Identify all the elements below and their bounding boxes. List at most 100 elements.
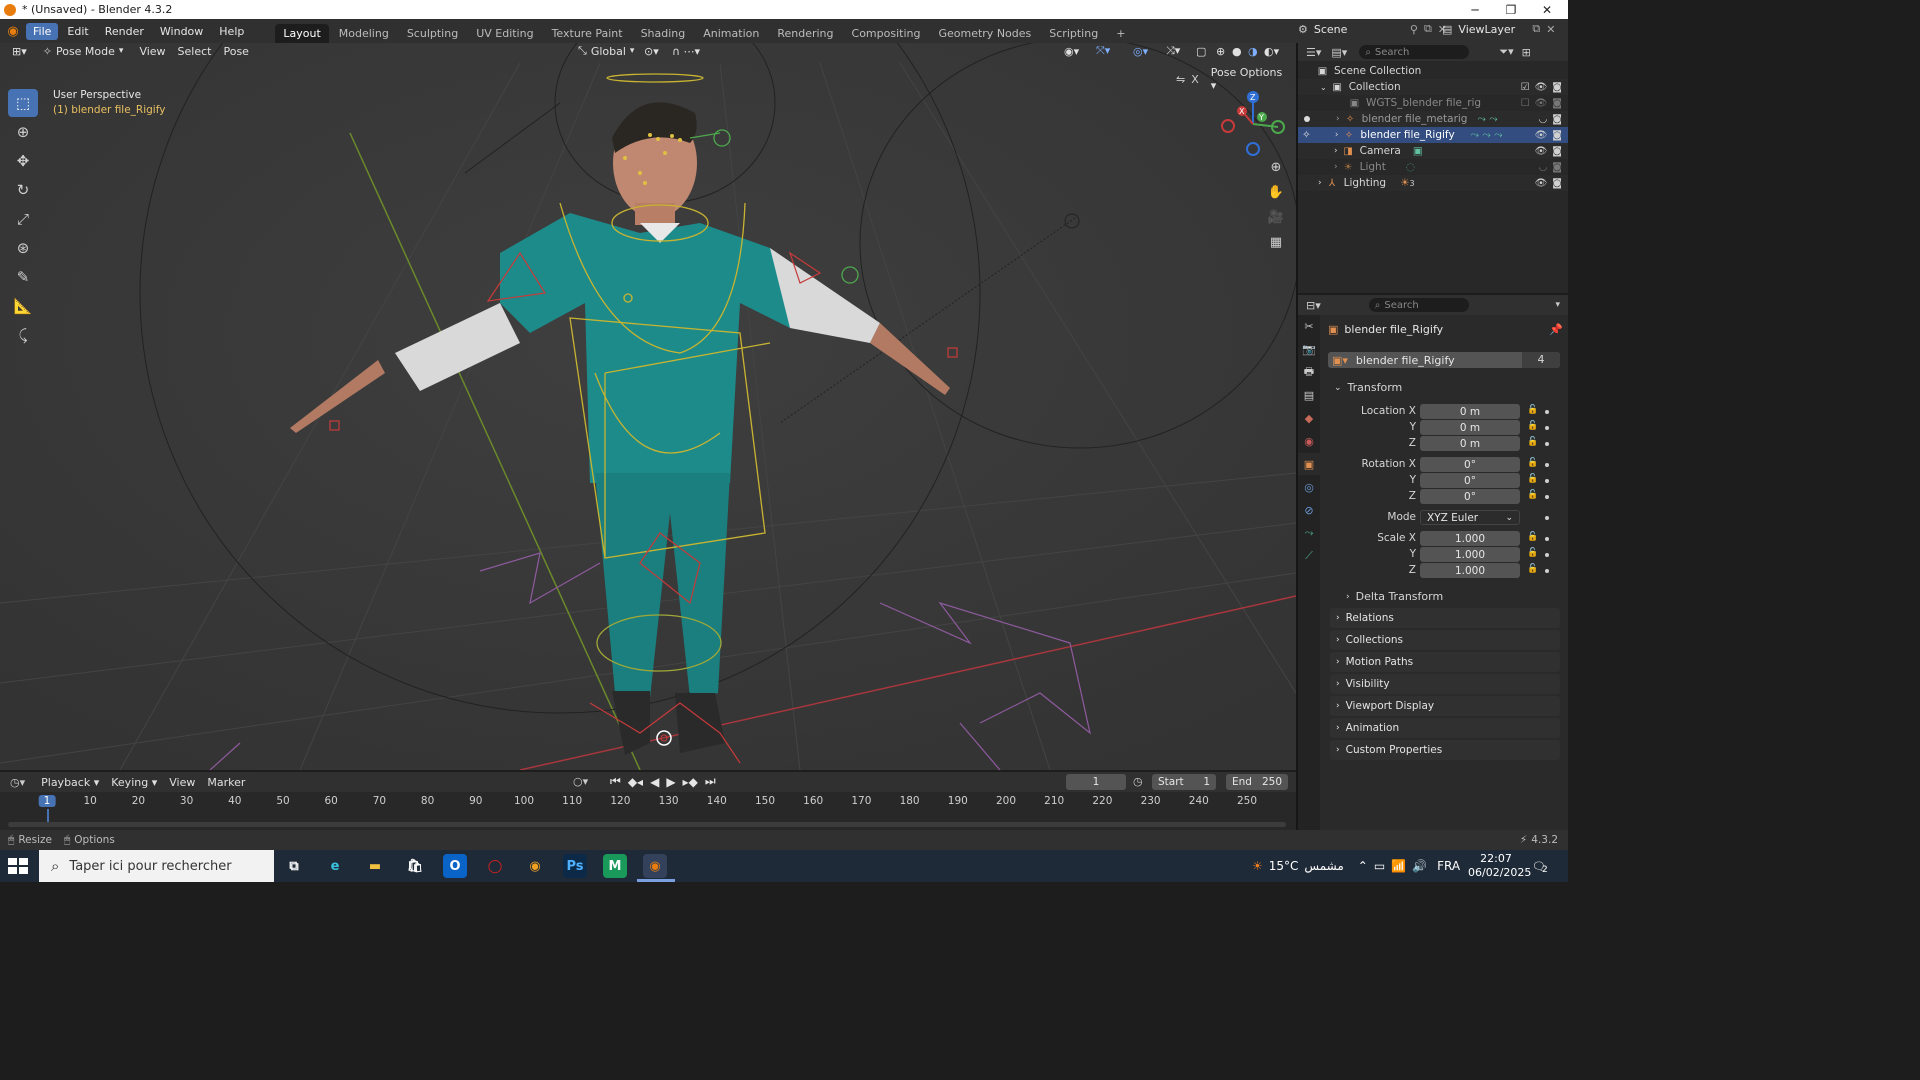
keyframe-dot[interactable] [1545,553,1549,557]
blender-menu-icon[interactable]: ◉ [0,24,26,39]
eye-hidden-icon[interactable]: ◡ [1539,114,1548,125]
lock-icon[interactable]: 🔓 [1527,421,1538,431]
blender-taskbar-icon[interactable]: ◉ [643,854,667,878]
panel-viewport-display[interactable]: › Viewport Display [1330,696,1560,716]
panel-custom-properties[interactable]: › Custom Properties [1330,740,1560,760]
output-tab-icon[interactable]: 🖶 [1298,361,1320,383]
jump-end-icon[interactable]: ⏭ [705,774,716,789]
checkbox-icon[interactable]: ☑ [1521,82,1530,93]
perspective-grid-icon[interactable]: ▦ [1265,231,1287,253]
transform-icon[interactable]: ⊛ [8,234,38,262]
camera-icon[interactable]: ◙ [1552,114,1562,125]
weather-text[interactable]: مشمس [1304,859,1343,873]
taskbar-clock[interactable]: 22:07 06/02/2025 [1468,852,1531,880]
bone-size-icon[interactable]: ⤹ [8,321,38,349]
delta-transform-subpanel[interactable]: › Delta Transform [1346,590,1443,603]
menu-help[interactable]: Help [212,23,251,40]
jump-start-icon[interactable]: ⏮ [610,774,621,789]
cursor-icon[interactable]: ⊕ [8,118,38,146]
mode-dropdown[interactable]: ✧ Pose Mode ▾ [37,44,130,59]
datablock-selector[interactable]: ▣▾ blender file_Rigify 4 [1328,352,1560,368]
new-scene-icon[interactable]: ⧉ [1424,22,1432,36]
weather-icon[interactable]: ☀ [1252,859,1263,873]
eye-icon[interactable]: 👁 [1535,146,1548,157]
pin-icon[interactable]: ⚲ [1410,23,1418,36]
rendered-shading-icon[interactable]: ◐▾ [1258,44,1285,59]
tab-compositing[interactable]: Compositing [844,24,929,43]
visibility-icon[interactable]: ◉▾ [1058,44,1085,59]
expand-chevron-icon[interactable]: › [1334,162,1338,172]
tab-scripting[interactable]: Scripting [1041,24,1106,43]
location-z-field[interactable]: 0 m [1420,436,1520,451]
frame-ruler[interactable]: 1 10 20 30 40 50 60 70 80 90 100 110 120 130 140 150 160… [0,793,1296,811]
new-collection-icon[interactable]: ⊞ [1522,46,1531,59]
tray-chevron-icon[interactable]: ⌃ [1358,859,1368,873]
scale-icon[interactable]: ⤢ [8,205,38,233]
task-view-icon[interactable]: ⧉ [282,854,306,878]
measure-icon[interactable]: 📐 [8,292,38,320]
camera-icon[interactable]: ◙ [1552,130,1562,141]
panel-animation[interactable]: › Animation [1330,718,1560,738]
keyframe-dot[interactable] [1545,569,1549,573]
outliner-editor-type-icon[interactable]: ☰▾ [1306,46,1321,59]
store-icon[interactable]: 🛍 [403,854,427,878]
current-frame-field[interactable]: 1 [1066,774,1126,790]
pivot-point-icon[interactable]: ⊙▾ [638,44,665,59]
transform-panel-header[interactable]: ⌄ Transform [1334,381,1402,394]
expand-chevron-icon[interactable]: › [1336,114,1340,124]
scale-y-field[interactable]: 1.000 [1420,547,1520,562]
area-divider[interactable] [1296,43,1298,830]
tab-rendering[interactable]: Rendering [769,24,841,43]
menu-file[interactable]: File [26,22,59,40]
scale-z-field[interactable]: 1.000 [1420,563,1520,578]
preview-range-icon[interactable]: ◷ [1133,775,1143,788]
viewport-menu-view[interactable]: View [133,44,171,59]
close-icon[interactable]: ✕ [1529,0,1565,19]
notification-center[interactable]: 🗨 2 [1532,857,1548,876]
delete-view-layer-icon[interactable]: ✕ [1546,23,1555,36]
menu-render[interactable]: Render [98,23,151,40]
timeline-menu-view[interactable]: View [163,775,201,790]
expand-chevron-icon[interactable]: › [1334,146,1338,156]
prev-keyframe-icon[interactable]: ◆◂ [628,775,643,789]
tab-layout[interactable]: Layout [275,24,329,43]
minimize-icon[interactable]: ─ [1457,0,1493,19]
lock-icon[interactable]: 🔓 [1527,490,1538,500]
camera-icon[interactable]: ◙ [1552,82,1562,93]
tab-texture-paint[interactable]: Texture Paint [544,24,631,43]
scale-x-field[interactable]: 1.000 [1420,531,1520,546]
menu-window[interactable]: Window [153,23,210,40]
select-box-icon[interactable]: ⬚ [8,89,38,117]
outliner-row-metarig[interactable]: › ✧ blender file_metarig ⤳ ⤳ ◡ ◙ [1298,111,1568,127]
end-frame-field[interactable]: End 250 [1226,774,1288,790]
next-keyframe-icon[interactable]: ▸◆ [683,775,698,789]
new-view-layer-icon[interactable]: ⧉ [1532,22,1540,36]
rotation-y-field[interactable]: 0° [1420,473,1520,488]
lock-icon[interactable]: 🔓 [1527,437,1538,447]
outliner-row-camera[interactable]: › ◨ Camera ▣ 👁 ◙ [1298,143,1568,159]
rotation-z-field[interactable]: 0° [1420,489,1520,504]
outliner-row-rigify[interactable]: ✧ › ✧ blender file_Rigify ⤳ ⤳ ⤳ 👁 ◙ [1298,127,1568,143]
tool-tab-icon[interactable]: ✂ [1298,315,1320,337]
navigation-gizmo[interactable]: Z Y X [1218,89,1288,159]
keyframe-dot[interactable] [1545,463,1549,467]
panel-visibility[interactable]: › Visibility [1330,674,1560,694]
gizmo-toggle-icon[interactable]: ⤧▾ [1090,43,1116,59]
keyframe-dot[interactable] [1545,495,1549,499]
timeline-editor-type-icon[interactable]: ◷▾ [10,776,25,789]
lock-icon[interactable]: 🔓 [1527,564,1538,574]
outliner-row-wgts[interactable]: ▣ WGTS_blender file_rig ☐ 👁 ◙ [1298,95,1568,111]
snap-icon[interactable]: ∩ ⋯▾ [666,44,706,59]
camera-icon[interactable]: ◙ [1552,178,1562,189]
camera-icon[interactable]: ◙ [1552,146,1562,157]
keyframe-dot[interactable] [1545,426,1549,430]
tab-animation[interactable]: Animation [695,24,767,43]
pan-hand-icon[interactable]: ✋ [1265,181,1287,203]
expand-chevron-icon[interactable]: › [1335,130,1339,140]
lock-icon[interactable]: 🔓 [1527,405,1538,415]
tab-shading[interactable]: Shading [633,24,694,43]
outliner-row-lighting[interactable]: › ⅄ Lighting ☀ 3 👁 ◙ [1298,175,1568,191]
viewport-menu-pose[interactable]: Pose [217,44,254,59]
properties-editor-type-icon[interactable]: ⊟▾ [1306,299,1321,312]
camera-icon[interactable]: ◙ [1552,162,1562,173]
